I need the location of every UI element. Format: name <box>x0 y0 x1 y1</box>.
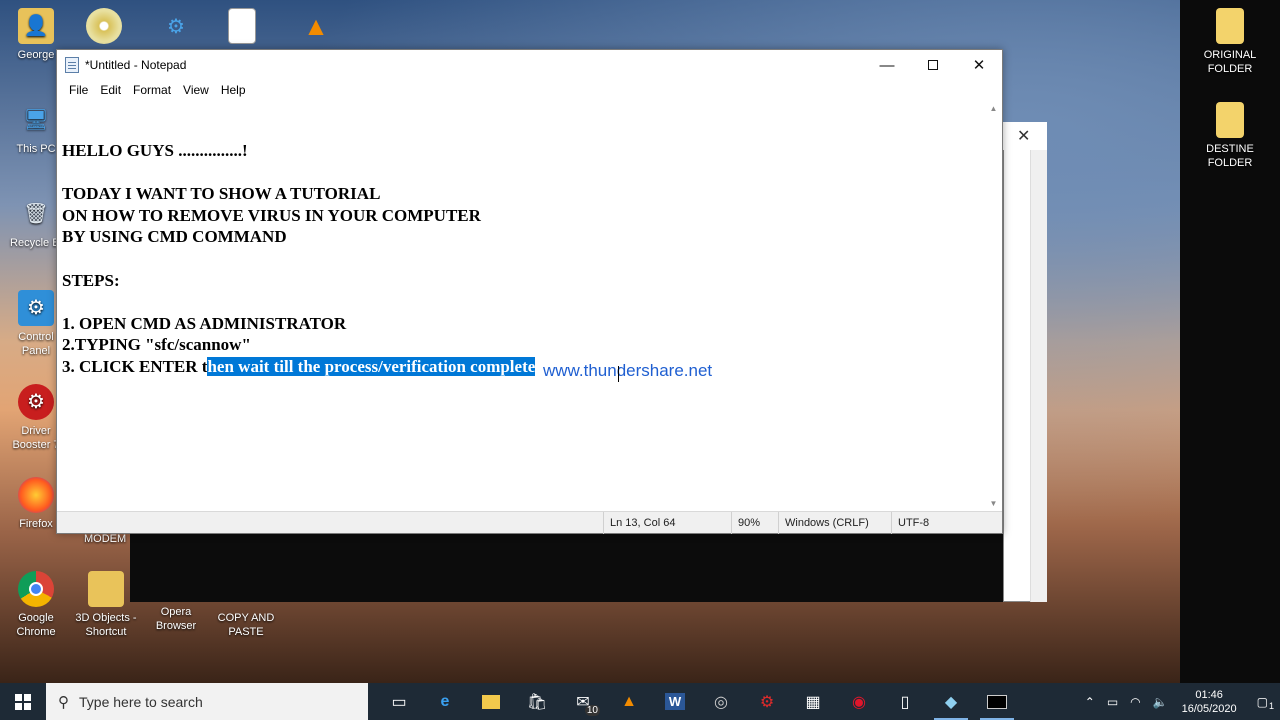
search-icon: ⚲ <box>58 693 69 711</box>
status-position: Ln 13, Col 64 <box>603 511 731 534</box>
volume-icon[interactable]: 🔈 <box>1147 695 1174 709</box>
desktop-icon-label: COPY AND PASTE <box>217 612 275 638</box>
desktop-icon-label: DESTINE FOLDER <box>1206 143 1254 169</box>
photo-icon[interactable]: ▦ <box>790 683 836 720</box>
taskbar-search-box[interactable]: ⚲ Type here to search <box>46 683 368 720</box>
text-line: HELLO GUYS ...............! <box>62 141 248 160</box>
menu-format[interactable]: Format <box>127 83 177 97</box>
cmd-window-scrollbar[interactable] <box>1030 150 1047 602</box>
desktop: 👤 George 🖥 This PC 🗑 Recycle Bi ⚙ Contro… <box>0 0 1280 683</box>
show-hidden-icons-icon[interactable]: ⌃ <box>1079 695 1101 709</box>
text-line: STEPS: <box>62 270 120 290</box>
watermark-text: www.thundershare.net <box>543 361 713 380</box>
scroll-up-icon[interactable]: ▲ <box>985 100 1002 117</box>
document-icon <box>1216 102 1244 138</box>
search-placeholder: Type here to search <box>79 693 203 710</box>
text-line <box>62 162 987 184</box>
text-line-last: 3. CLICK ENTER then wait till the proces… <box>62 356 987 378</box>
notepad-titlebar[interactable]: *Untitled - Notepad — ✕ <box>57 50 1002 80</box>
desktop-icon-label: 3D Objects - Shortcut <box>75 612 137 638</box>
text-line <box>62 291 987 313</box>
notepad-icon <box>65 57 79 73</box>
maximize-button[interactable] <box>910 50 956 80</box>
menu-edit[interactable]: Edit <box>94 83 127 97</box>
firefox-icon <box>18 477 54 513</box>
status-bar: Ln 13, Col 64 90% Windows (CRLF) UTF-8 <box>57 511 1002 534</box>
text-editor[interactable]: HELLO GUYS ...............! TODAY I WANT … <box>57 100 987 512</box>
start-button[interactable] <box>0 683 46 720</box>
control-panel-icon: ⚙ <box>18 290 54 326</box>
modem-label: MODEM <box>84 533 127 545</box>
clock[interactable]: 01:46 16/05/2020 <box>1174 688 1245 716</box>
close-button[interactable]: ✕ <box>956 50 1002 80</box>
user-folder-icon: 👤 <box>18 8 54 44</box>
window-title: *Untitled - Notepad <box>85 58 187 72</box>
maximize-icon <box>928 60 938 70</box>
minimize-icon: — <box>879 56 895 74</box>
text-line: TODAY I WANT TO SHOW A TUTORIAL <box>62 184 381 204</box>
mail-badge: 10 <box>584 705 600 716</box>
desktop-icon-original-folder[interactable]: ORIGINAL FOLDER <box>1194 8 1266 76</box>
status-encoding: UTF-8 <box>891 511 986 534</box>
chrome-icon <box>18 571 54 607</box>
text-line: 1. OPEN CMD AS ADMINISTRATOR <box>62 313 347 333</box>
paint-icon[interactable]: ◆ <box>928 683 974 720</box>
driver-booster-icon: ⚙ <box>18 384 54 420</box>
word-icon[interactable]: W <box>652 683 698 720</box>
store-icon[interactable]: 🛍 <box>514 683 560 720</box>
vlc-icon[interactable]: ▲ <box>298 8 334 44</box>
document-icon <box>1216 8 1244 44</box>
clock-time: 01:46 <box>1195 688 1223 701</box>
close-icon: ✕ <box>972 57 986 74</box>
desktop-icon-destine-folder[interactable]: DESTINE FOLDER <box>1194 102 1266 170</box>
notification-count: 1 <box>1268 700 1274 711</box>
status-zoom: 90% <box>731 511 778 534</box>
minimize-button[interactable]: — <box>864 50 910 80</box>
scroll-down-icon[interactable]: ▼ <box>985 495 1002 512</box>
app-icon[interactable]: ◎ <box>698 683 744 720</box>
opera-icon[interactable]: ◉ <box>836 683 882 720</box>
taskbar: ⚲ Type here to search ▭ e 🛍 ✉ 10 ▲ W ◎ ⚙ … <box>0 683 1280 720</box>
notepad-icon[interactable]: ▯ <box>882 683 928 720</box>
vertical-scrollbar[interactable]: ▲ ▼ <box>985 100 1002 512</box>
file-explorer-icon[interactable] <box>468 683 514 720</box>
mail-icon[interactable]: ✉ 10 <box>560 683 606 720</box>
text-file-icon[interactable] <box>228 8 256 44</box>
text-selection: hen wait till the process/verification c… <box>207 356 536 376</box>
notepad-window: *Untitled - Notepad — ✕ File Edit Format… <box>56 49 1003 534</box>
edge-icon[interactable]: e <box>422 683 468 720</box>
mouse-cursor-icon <box>618 366 620 382</box>
desktop-icon-label: Opera Browser <box>155 606 197 632</box>
cmd-window-titlebar[interactable]: ✕ <box>1003 122 1047 150</box>
settings-shield-icon[interactable]: ⚙ <box>158 8 194 44</box>
desktop-icon-label: ORIGINAL FOLDER <box>1203 49 1257 75</box>
windows-logo-icon <box>15 693 31 710</box>
menu-file[interactable]: File <box>63 83 94 97</box>
text-line: BY USING CMD COMMAND <box>62 227 287 247</box>
notification-icon[interactable]: ▢ 1 <box>1245 695 1280 711</box>
driver-booster-icon[interactable]: ⚙ <box>744 683 790 720</box>
disc-icon[interactable] <box>86 8 122 44</box>
status-line-ending: Windows (CRLF) <box>778 511 891 534</box>
text-line: 2.TYPING "sfc/scannow" <box>62 335 251 355</box>
desktop-icon-label: Google Chrome <box>16 612 56 638</box>
vlc-icon[interactable]: ▲ <box>606 683 652 720</box>
close-icon[interactable]: ✕ <box>1017 126 1030 146</box>
menu-view[interactable]: View <box>177 83 215 97</box>
desktop-icon-chrome[interactable]: Google Chrome <box>0 571 72 639</box>
wifi-icon[interactable]: ◠ <box>1124 695 1146 709</box>
clock-date: 16/05/2020 <box>1181 702 1237 715</box>
task-view-icon[interactable]: ▭ <box>376 683 422 720</box>
folder-icon <box>88 571 124 607</box>
battery-icon[interactable]: ▭ <box>1101 695 1124 709</box>
text-line <box>62 248 987 270</box>
recycle-bin-icon: 🗑 <box>23 203 49 225</box>
text-line: ON HOW TO REMOVE VIRUS IN YOUR COMPUTER <box>62 205 481 225</box>
system-tray: ⌃ ▭ ◠ 🔈 01:46 16/05/2020 ▢ 1 <box>1079 688 1280 716</box>
cmd-icon[interactable] <box>974 683 1020 720</box>
computer-icon: 🖥 <box>23 109 49 131</box>
menu-bar: File Edit Format View Help <box>57 80 1002 100</box>
text-unselected: 3. CLICK ENTER t <box>62 356 208 376</box>
menu-help[interactable]: Help <box>215 83 252 97</box>
